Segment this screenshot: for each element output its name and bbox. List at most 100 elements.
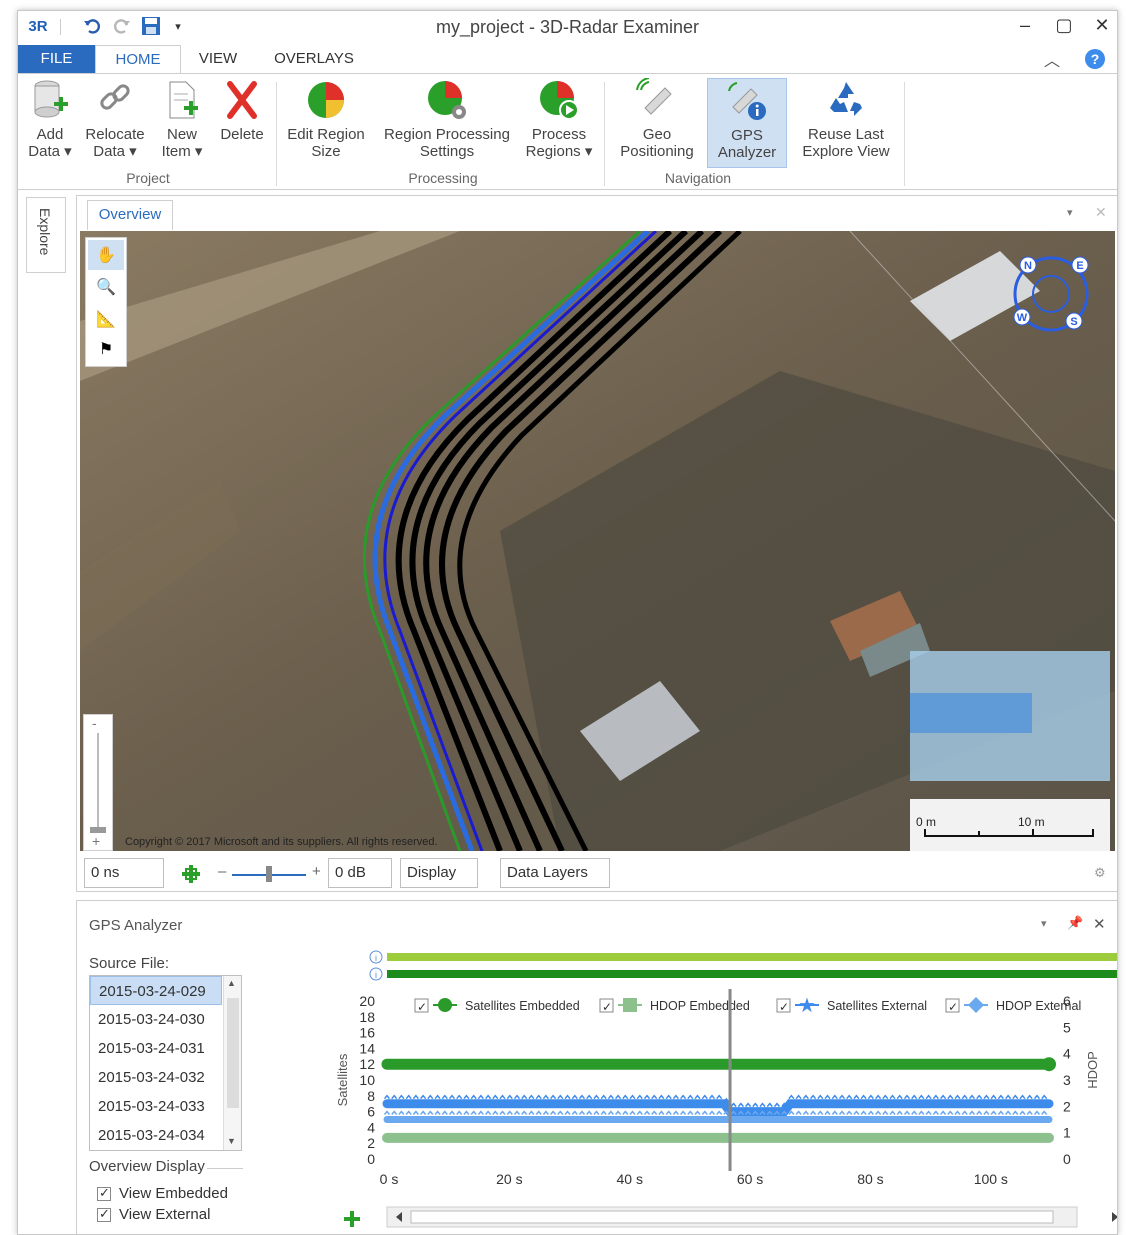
application-window: 3R ▾ my_project - 3D-Radar Examiner – ▢ …	[17, 10, 1118, 1235]
gain-slider-thumb[interactable]	[266, 866, 272, 882]
chart-scroll-thumb	[410, 1210, 1054, 1224]
x-tick-label: 60 s	[737, 1171, 763, 1187]
series-markers	[383, 1110, 1048, 1115]
satellite-icon	[636, 78, 672, 115]
x-tick-label: 100 s	[974, 1171, 1008, 1187]
scroll-thumb[interactable]	[227, 998, 239, 1108]
compass-s: S	[1070, 316, 1077, 328]
map-copyright: Copyright © 2017 Microsoft and its suppl…	[125, 836, 438, 848]
series-end-marker	[1042, 1057, 1056, 1072]
add-data-button[interactable]: Add Data ▾	[22, 78, 78, 168]
list-scrollbar[interactable]: ▲ ▼	[223, 976, 241, 1150]
pane-menu-icon[interactable]: ▾	[1067, 206, 1073, 219]
y2-tick-label: 3	[1063, 1072, 1071, 1088]
source-file-list[interactable]: 2015-03-24-029 2015-03-24-030 2015-03-24…	[89, 975, 242, 1151]
gps-analyzer-button[interactable]: GPS Analyzer	[707, 78, 787, 168]
pane-close-icon[interactable]: ✕	[1095, 204, 1107, 221]
reuse-last-explore-view-button[interactable]: Reuse Last Explore View	[794, 78, 898, 168]
delete-x-icon	[227, 81, 257, 119]
scroll-down-icon[interactable]: ▼	[227, 1136, 236, 1146]
legend-marker: ★	[798, 995, 816, 1017]
zoom-in-icon[interactable]: +	[92, 833, 100, 849]
gps-analyzer-pane: GPS Analyzer ▾ 📌 ✕ Source File: 2015-03-…	[76, 900, 1118, 1235]
gain-minus[interactable]: –	[218, 863, 226, 880]
legend-marker	[623, 998, 637, 1012]
legend-check-mark: ✓	[779, 1000, 789, 1014]
y-tick-label: 18	[359, 1009, 375, 1025]
list-item[interactable]: 2015-03-24-030	[90, 1005, 222, 1034]
help-icon[interactable]: ?	[1085, 49, 1105, 69]
zoom-slider[interactable]: - +	[83, 714, 113, 851]
overview-display-label: Overview Display	[89, 1158, 205, 1175]
list-item[interactable]: 2015-03-24-033	[90, 1092, 222, 1121]
checkbox-icon[interactable]	[97, 1206, 111, 1222]
gps-chart[interactable]: ii ✓ Satellites Embedded ✓ HDOP Embedded ✓ ★ Sa…	[257, 941, 1118, 1235]
move-cross-icon[interactable]	[180, 863, 202, 885]
y-tick-label: 2	[367, 1135, 375, 1151]
checkbox-icon[interactable]	[97, 1185, 111, 1201]
region-processing-settings-button[interactable]: Region Processing Settings	[380, 78, 514, 168]
timeline-bar	[387, 970, 1117, 978]
y-tick-label: 14	[359, 1040, 375, 1056]
satellite-info-icon	[728, 82, 766, 120]
zoom-magnifier-icon[interactable]: 🔍	[88, 272, 124, 302]
close-icon[interactable]: ✕	[1088, 15, 1116, 39]
view-external-checkbox[interactable]: View External	[97, 1206, 210, 1223]
settings-gear-icon[interactable]: ⚙	[1094, 865, 1106, 881]
flag-marker-icon[interactable]: ⚑	[88, 334, 124, 364]
scroll-right-icon	[1112, 1212, 1117, 1222]
legend-marker	[438, 998, 452, 1012]
info-icon-glyph: i	[375, 953, 377, 963]
pan-hand-icon[interactable]: ✋	[88, 240, 124, 270]
group-label-navigation: Navigation	[664, 170, 732, 186]
minimize-icon[interactable]: –	[1011, 15, 1039, 39]
explore-side-tab[interactable]: Explore	[26, 197, 66, 273]
list-item[interactable]: 2015-03-24-034	[90, 1121, 222, 1150]
measure-ruler-icon[interactable]: 📐	[88, 304, 124, 334]
relocate-data-button[interactable]: Relocate Data ▾	[82, 78, 148, 168]
tab-home[interactable]: HOME	[95, 45, 181, 75]
scroll-up-icon[interactable]: ▲	[227, 978, 236, 988]
compass-n: N	[1024, 260, 1032, 272]
map-view[interactable]: N E W S ✋ 🔍 📐 ⚑ - + Copyright © 2017 Mic…	[80, 231, 1115, 851]
legend-check-mark: ✓	[948, 1000, 958, 1014]
tab-view[interactable]: VIEW	[188, 45, 248, 73]
compass-e: E	[1076, 260, 1083, 272]
geo-positioning-button[interactable]: Geo Positioning	[612, 78, 702, 168]
title-bar: 3R ▾ my_project - 3D-Radar Examiner – ▢ …	[18, 11, 1117, 43]
time-offset-input[interactable]: 0 ns	[84, 858, 164, 888]
scale-left-label: 0 m	[916, 815, 937, 829]
delete-button[interactable]: Delete	[214, 78, 270, 168]
data-layers-button[interactable]: Data Layers	[500, 858, 610, 888]
tab-file[interactable]: FILE	[18, 45, 95, 73]
list-item[interactable]: 2015-03-24-032	[90, 1063, 222, 1092]
aerial-map	[80, 231, 1115, 851]
maximize-icon[interactable]: ▢	[1050, 15, 1078, 39]
list-item[interactable]: 2015-03-24-031	[90, 1034, 222, 1063]
zoom-out-icon[interactable]: -	[92, 715, 97, 731]
process-regions-button[interactable]: Process Regions ▾	[522, 78, 596, 168]
edit-region-size-button[interactable]: Edit Region Size	[284, 78, 368, 168]
gain-plus[interactable]: +	[312, 863, 321, 880]
tab-overlays[interactable]: OVERLAYS	[268, 45, 360, 73]
view-embedded-checkbox[interactable]: View Embedded	[97, 1185, 228, 1202]
y-tick-label: 8	[367, 1088, 375, 1104]
y-tick-label: 6	[367, 1104, 375, 1120]
compass-icon[interactable]: N E W S	[1006, 249, 1096, 339]
gain-input[interactable]: 0 dB	[328, 858, 392, 888]
pane-menu-icon[interactable]: ▾	[1041, 917, 1047, 930]
ribbon: Add Data ▾ Relocate Data ▾ New Item ▾ De…	[18, 73, 1117, 190]
group-label-processing: Processing	[408, 170, 478, 186]
new-item-button[interactable]: New Item ▾	[156, 78, 208, 168]
series-line	[382, 1099, 1054, 1117]
list-item[interactable]: 2015-03-24-029	[90, 976, 222, 1005]
legend-label: Satellites External	[827, 999, 927, 1013]
source-file-label: Source File:	[89, 955, 170, 972]
collapse-ribbon-icon[interactable]: ︿	[1044, 47, 1060, 71]
display-button[interactable]: Display	[400, 858, 478, 888]
y-tick-label: 10	[359, 1072, 375, 1088]
pane-close-icon[interactable]: ✕	[1093, 915, 1106, 933]
pin-icon[interactable]: 📌	[1067, 915, 1083, 931]
y-tick-label: 12	[359, 1056, 375, 1072]
tab-overview[interactable]: Overview	[87, 200, 173, 230]
